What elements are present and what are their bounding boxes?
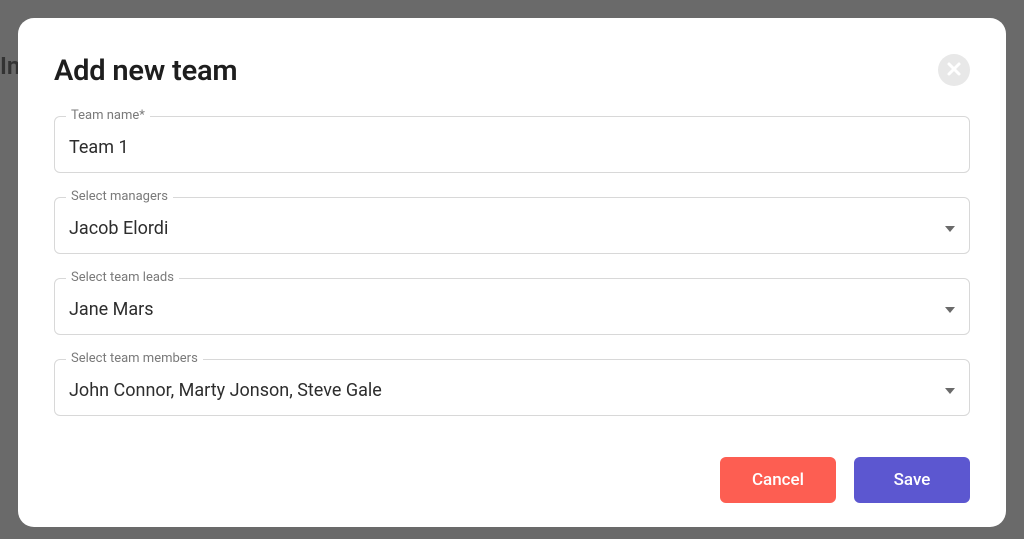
team-members-label: Select team members (66, 351, 203, 366)
cancel-button[interactable]: Cancel (720, 457, 836, 503)
team-name-label: Team name* (66, 108, 150, 123)
modal-footer: Cancel Save (54, 437, 970, 503)
form-fields: Team name* Select managers Jacob Elordi … (54, 116, 970, 416)
team-leads-label: Select team leads (66, 270, 179, 285)
add-team-modal: Add new team Team name* Select managers … (18, 18, 1006, 527)
chevron-down-icon (945, 307, 955, 313)
team-leads-value: Jane Mars (69, 299, 154, 320)
chevron-down-icon (945, 388, 955, 394)
managers-value: Jacob Elordi (69, 218, 168, 239)
team-members-select[interactable]: John Connor, Marty Jonson, Steve Gale (69, 380, 955, 401)
team-leads-select[interactable]: Jane Mars (69, 299, 955, 320)
close-button[interactable] (938, 54, 970, 86)
close-icon (946, 61, 962, 80)
team-leads-field-wrapper[interactable]: Select team leads Jane Mars (54, 278, 970, 335)
team-name-input[interactable] (69, 137, 955, 158)
managers-field-wrapper[interactable]: Select managers Jacob Elordi (54, 197, 970, 254)
modal-header: Add new team (54, 54, 970, 88)
team-name-field-wrapper[interactable]: Team name* (54, 116, 970, 173)
managers-label: Select managers (66, 189, 173, 204)
save-button[interactable]: Save (854, 457, 970, 503)
modal-title: Add new team (54, 54, 237, 88)
team-members-field-wrapper[interactable]: Select team members John Connor, Marty J… (54, 359, 970, 416)
team-members-value: John Connor, Marty Jonson, Steve Gale (69, 380, 382, 401)
chevron-down-icon (945, 226, 955, 232)
managers-select[interactable]: Jacob Elordi (69, 218, 955, 239)
